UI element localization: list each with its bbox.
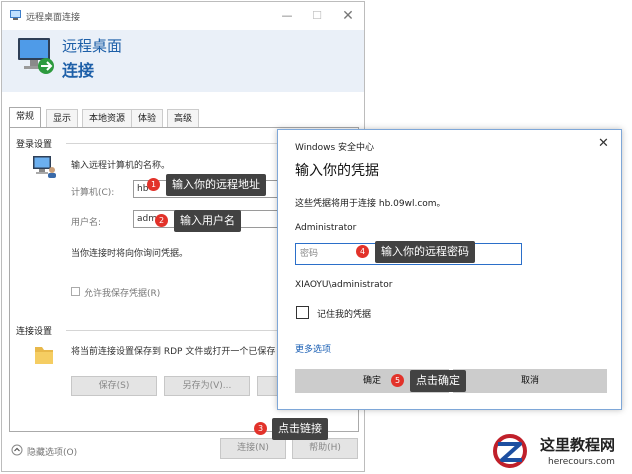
callout-5: 点击确定 [410,370,466,392]
maximize-icon[interactable]: ☐ [302,5,332,27]
security-description: 这些凭据将用于连接 hb.09wl.com。 [295,199,446,209]
header-title-line1: 远程桌面 [62,37,123,55]
tab-display[interactable]: 显示 [46,109,79,127]
remember-credentials-label: 记住我的凭据 [317,310,372,320]
connection-description: 将当前连接设置保存到 RDP 文件或打开一个已保存 [71,347,276,357]
close-icon[interactable]: ✕ [333,5,363,27]
security-heading: 输入你的凭据 [295,163,379,179]
close-icon[interactable]: ✕ [598,136,609,151]
tab-general[interactable]: 常规 [9,107,42,128]
callout-badge-2: 2 [155,214,168,227]
save-button[interactable]: 保存(S) [71,376,157,396]
tab-local-resources[interactable]: 本地资源 [82,109,133,127]
security-username: Administrator [295,223,357,233]
remember-credentials-checkbox[interactable] [296,306,309,319]
rdp-app-icon [10,10,21,20]
computer-label: 计算机(C): [71,188,115,198]
connect-button[interactable]: 连接(N) [220,438,286,459]
folder-icon [35,347,53,364]
rdp-window-title: 远程桌面连接 [26,13,81,23]
save-as-button[interactable]: 另存为(V)... [164,376,250,396]
cancel-button[interactable]: 取消 [453,369,607,393]
credential-note: 当你连接时将向你询问凭据。 [71,249,189,259]
callout-badge-3: 3 [254,422,267,435]
watermark-name: 这里教程网 [540,436,616,454]
computer-user-icon [33,156,56,178]
callout-badge-1: 1 [147,178,160,191]
save-credentials-label: 允许我保存凭据(R) [84,289,161,299]
rdp-titlebar[interactable]: 远程桌面连接 — ☐ ✕ [2,2,364,30]
header-title-line2: 连接 [62,61,95,80]
callout-4: 输入你的远程密码 [375,241,475,263]
callout-2: 输入用户名 [174,210,241,232]
chevron-up-circle-icon[interactable] [11,444,23,456]
site-logo-icon [493,434,527,468]
rdp-header-banner: 远程桌面 连接 [2,30,364,92]
login-section-title: 登录设置 [16,140,53,150]
login-instruction: 输入远程计算机的名称。 [71,161,171,171]
username-label: 用户名: [71,218,102,228]
more-options-link[interactable]: 更多选项 [295,342,331,355]
save-credentials-checkbox[interactable] [71,287,80,296]
connection-section-title: 连接设置 [16,327,53,337]
hide-options-link[interactable]: 隐藏选项(O) [27,445,77,458]
minimize-icon[interactable]: — [272,5,302,27]
remote-desktop-monitor-icon [18,38,54,74]
security-dialog-title: Windows 安全中心 [295,143,375,153]
callout-badge-4: 4 [356,245,369,258]
help-button[interactable]: 帮助(H) [292,438,358,459]
windows-security-dialog: Windows 安全中心 ✕ 输入你的凭据 这些凭据将用于连接 hb.09wl.… [277,129,622,410]
tab-advanced[interactable]: 高级 [167,109,200,127]
watermark-url: herecours.com [548,457,615,467]
callout-1: 输入你的远程地址 [166,174,266,196]
callout-badge-5: 5 [391,374,404,387]
domain-user-label: XIAOYU\administrator [295,280,393,290]
tab-experience[interactable]: 体验 [131,109,164,127]
callout-3: 点击链接 [272,418,328,440]
